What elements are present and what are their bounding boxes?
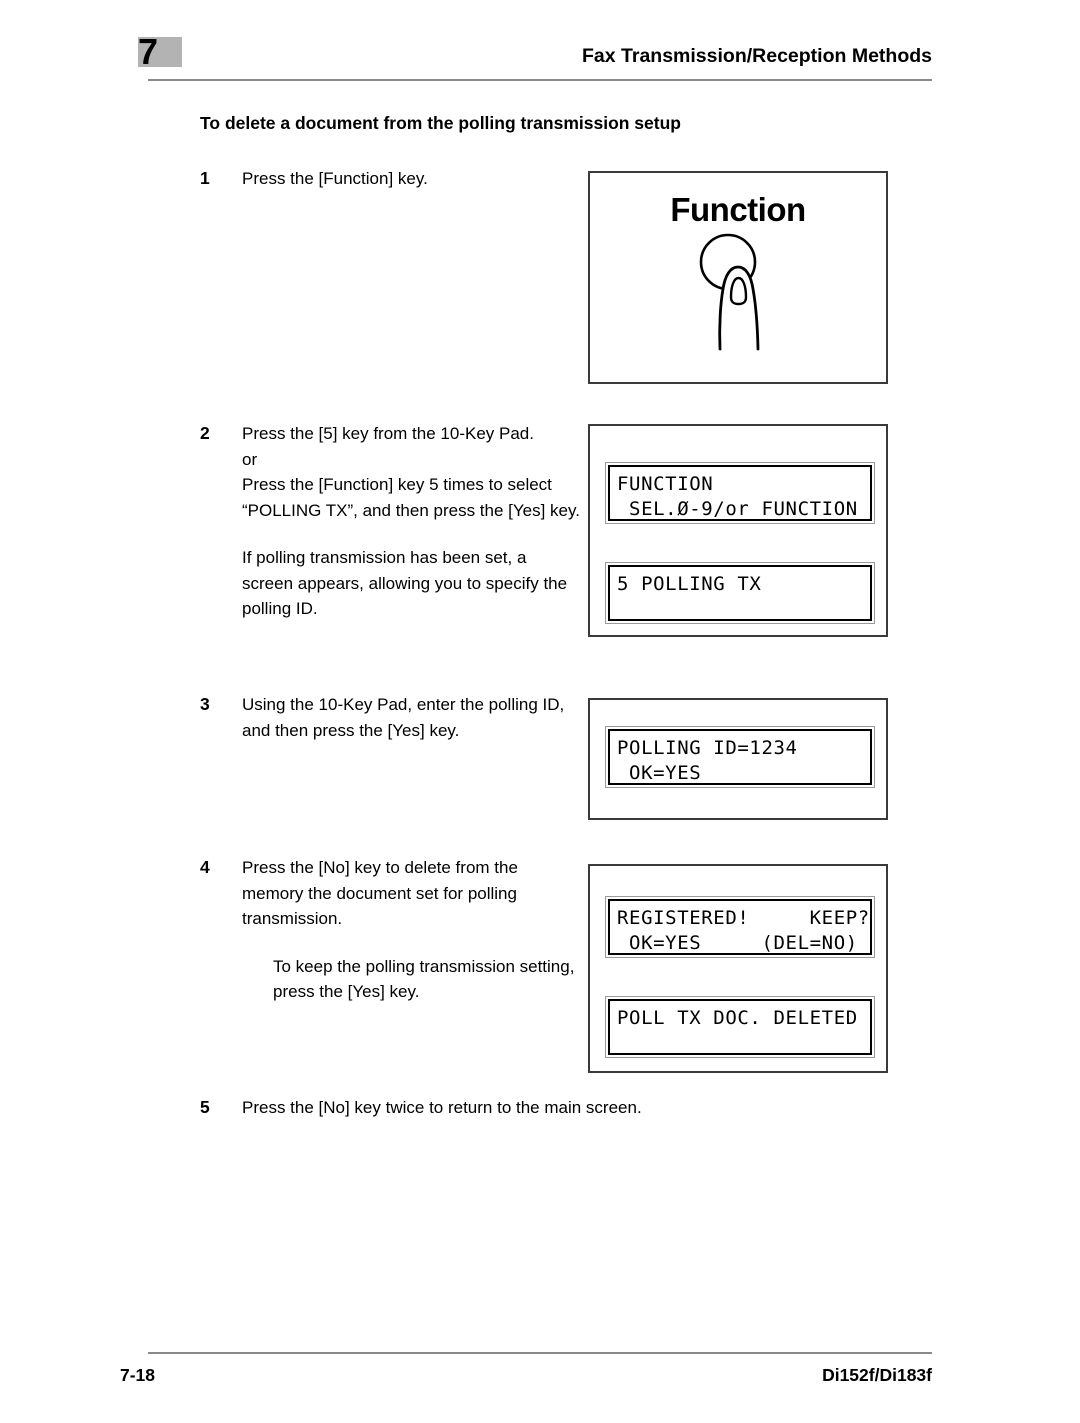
step-text: Press the [No] key to delete from the me…	[242, 858, 518, 928]
section-heading: To delete a document from the polling tr…	[200, 113, 681, 133]
step-text-alt-connector: or	[242, 449, 258, 469]
step-3: 3 Using the 10-Key Pad, enter the pollin…	[200, 692, 580, 743]
lcd-display: FUNCTION SEL.Ø-9/or FUNCTION	[605, 462, 875, 524]
lcd-text: 5 POLLING TX	[608, 565, 872, 621]
illustration-function-key: Function	[588, 171, 888, 384]
step-body: Using the 10-Key Pad, enter the polling …	[242, 692, 580, 743]
footer-rule	[148, 1352, 932, 1354]
step-number: 1	[200, 168, 210, 188]
lcd-text: REGISTERED! KEEP? OK=YES (DEL=NO)	[608, 899, 872, 955]
lcd-text: POLLING ID=1234 OK=YES	[608, 729, 872, 785]
lcd-text: POLL TX DOC. DELETED	[608, 999, 872, 1055]
lcd-display: 5 POLLING TX	[605, 562, 875, 624]
lcd-display: POLL TX DOC. DELETED	[605, 996, 875, 1058]
page-number: 7-18	[120, 1365, 156, 1385]
function-key-label: Function	[670, 191, 806, 228]
step-body: Press the [No] key to delete from the me…	[242, 855, 580, 1005]
page-header: 7 Fax Transmission/Reception Methods	[0, 0, 1080, 100]
step-text: Press the [Function] key.	[242, 169, 428, 188]
step-text: Using the 10-Key Pad, enter the polling …	[242, 695, 565, 740]
step-text: Press the [No] key twice to return to th…	[242, 1098, 642, 1117]
step-number: 3	[200, 694, 210, 714]
step-4: 4 Press the [No] key to delete from the …	[200, 855, 580, 1005]
step-number: 5	[200, 1097, 210, 1117]
lcd-display: REGISTERED! KEEP? OK=YES (DEL=NO)	[605, 896, 875, 958]
header-rule	[148, 79, 932, 81]
finger-pressing-button-icon	[668, 231, 808, 356]
step-1: 1 Press the [Function] key.	[200, 166, 580, 192]
illustration-step2-display: FUNCTION SEL.Ø-9/or FUNCTION 5 POLLING T…	[588, 424, 888, 637]
step-note: If polling transmission has been set, a …	[242, 548, 568, 618]
chapter-number: 7	[138, 31, 158, 72]
illustration-step3-display: POLLING ID=1234 OK=YES	[588, 698, 888, 820]
step-text: Press the [5] key from the 10-Key Pad.	[242, 424, 534, 443]
step-text-alt: Press the [Function] key 5 times to sele…	[242, 475, 580, 520]
illustration-step4-display: REGISTERED! KEEP? OK=YES (DEL=NO) POLL T…	[588, 864, 888, 1073]
step-note: To keep the polling transmission setting…	[273, 956, 575, 1002]
step-body: Press the [5] key from the 10-Key Pad. o…	[242, 421, 580, 622]
step-number: 4	[200, 857, 210, 877]
step-body: Press the [Function] key.	[242, 166, 580, 192]
lcd-text: FUNCTION SEL.Ø-9/or FUNCTION	[608, 465, 872, 521]
model-name: Di152f/Di183f	[822, 1365, 932, 1385]
step-number: 2	[200, 423, 210, 443]
header-title: Fax Transmission/Reception Methods	[582, 45, 932, 67]
step-5: 5 Press the [No] key twice to return to …	[200, 1095, 820, 1121]
step-body: Press the [No] key twice to return to th…	[242, 1095, 820, 1121]
step-2: 2 Press the [5] key from the 10-Key Pad.…	[200, 421, 580, 622]
lcd-display: POLLING ID=1234 OK=YES	[605, 726, 875, 788]
